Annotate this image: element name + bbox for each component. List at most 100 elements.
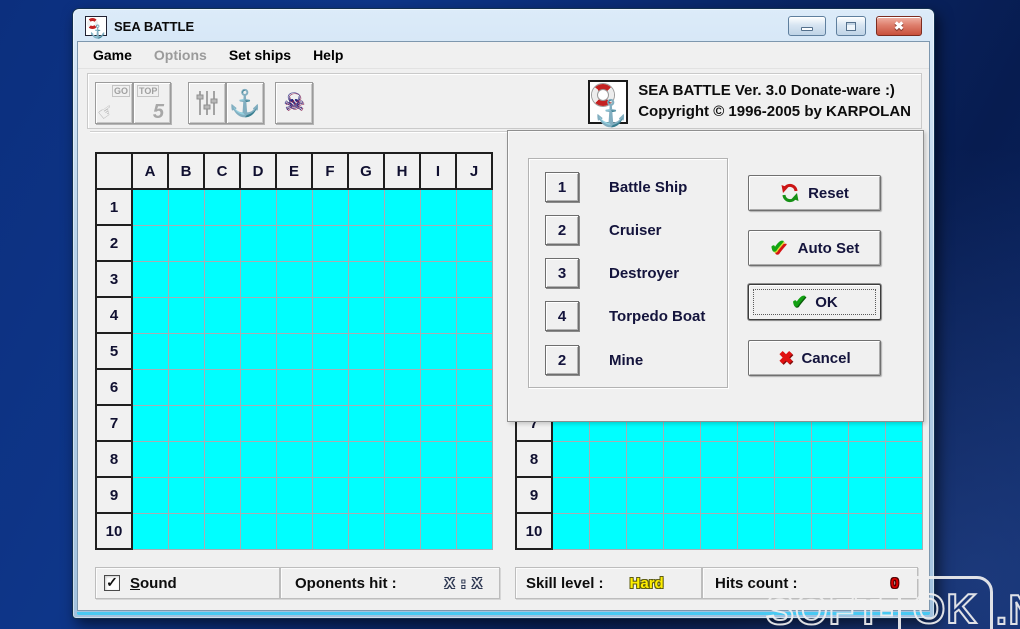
player-cell-B4[interactable] — [167, 296, 205, 334]
player-cell-G5[interactable] — [347, 332, 385, 370]
ship-count-button[interactable]: 4 — [545, 301, 579, 331]
ship-count-button[interactable]: 1 — [545, 172, 579, 202]
player-cell-J6[interactable] — [455, 368, 493, 406]
player-cell-A2[interactable] — [131, 224, 169, 262]
player-cell-J1[interactable] — [455, 188, 493, 226]
player-cell-H7[interactable] — [383, 404, 421, 442]
player-cell-E4[interactable] — [275, 296, 313, 334]
player-cell-C8[interactable] — [203, 440, 241, 478]
player-cell-B1[interactable] — [167, 188, 205, 226]
player-cell-B6[interactable] — [167, 368, 205, 406]
player-cell-E3[interactable] — [275, 260, 313, 298]
enemy-cell-C10[interactable] — [625, 512, 664, 550]
menu-item-options[interactable]: Options — [143, 43, 218, 67]
enemy-cell-J8[interactable] — [884, 440, 923, 478]
options-button[interactable] — [188, 82, 226, 124]
ship-count-button[interactable]: 2 — [545, 215, 579, 245]
menu-item-game[interactable]: Game — [82, 43, 143, 67]
player-cell-D10[interactable] — [239, 512, 277, 550]
player-cell-F10[interactable] — [311, 512, 349, 550]
battle-button[interactable]: ☠ — [275, 82, 313, 124]
enemy-cell-C9[interactable] — [625, 476, 664, 514]
player-cell-D8[interactable] — [239, 440, 277, 478]
enemy-cell-E10[interactable] — [699, 512, 738, 550]
menu-item-help[interactable]: Help — [302, 43, 354, 67]
player-cell-C7[interactable] — [203, 404, 241, 442]
sound-checkbox[interactable]: ✓ — [104, 575, 120, 591]
player-cell-B10[interactable] — [167, 512, 205, 550]
player-cell-A7[interactable] — [131, 404, 169, 442]
enemy-cell-A10[interactable] — [551, 512, 590, 550]
enemy-cell-I9[interactable] — [847, 476, 886, 514]
player-cell-G8[interactable] — [347, 440, 385, 478]
player-cell-H6[interactable] — [383, 368, 421, 406]
player-cell-E8[interactable] — [275, 440, 313, 478]
enemy-cell-G10[interactable] — [773, 512, 812, 550]
player-cell-B7[interactable] — [167, 404, 205, 442]
enemy-cell-I8[interactable] — [847, 440, 886, 478]
player-cell-B3[interactable] — [167, 260, 205, 298]
enemy-cell-A8[interactable] — [551, 440, 590, 478]
player-cell-C10[interactable] — [203, 512, 241, 550]
enemy-cell-G8[interactable] — [773, 440, 812, 478]
player-cell-F6[interactable] — [311, 368, 349, 406]
player-cell-B9[interactable] — [167, 476, 205, 514]
player-cell-D1[interactable] — [239, 188, 277, 226]
player-cell-J2[interactable] — [455, 224, 493, 262]
enemy-cell-G9[interactable] — [773, 476, 812, 514]
player-cell-F5[interactable] — [311, 332, 349, 370]
ship-count-button[interactable]: 3 — [545, 258, 579, 288]
minimize-button[interactable] — [788, 16, 826, 36]
player-cell-D3[interactable] — [239, 260, 277, 298]
player-cell-G4[interactable] — [347, 296, 385, 334]
player-cell-I5[interactable] — [419, 332, 457, 370]
player-cell-F3[interactable] — [311, 260, 349, 298]
player-cell-F1[interactable] — [311, 188, 349, 226]
player-cell-C3[interactable] — [203, 260, 241, 298]
auto-set-button[interactable]: ✔ ✔ Auto Set — [748, 230, 881, 266]
go-button[interactable]: GO ☞ — [94, 82, 133, 125]
player-cell-J9[interactable] — [455, 476, 493, 514]
player-cell-J5[interactable] — [455, 332, 493, 370]
player-cell-G1[interactable] — [347, 188, 385, 226]
top5-button[interactable]: TOP 5 — [133, 82, 171, 124]
ship-count-button[interactable]: 2 — [545, 345, 579, 375]
enemy-cell-D8[interactable] — [662, 440, 701, 478]
player-cell-C9[interactable] — [203, 476, 241, 514]
player-cell-A10[interactable] — [131, 512, 169, 550]
enemy-cell-H10[interactable] — [810, 512, 849, 550]
player-cell-G7[interactable] — [347, 404, 385, 442]
player-cell-A1[interactable] — [131, 188, 169, 226]
player-cell-I4[interactable] — [419, 296, 457, 334]
player-cell-I2[interactable] — [419, 224, 457, 262]
ok-button[interactable]: ✔ OK — [748, 284, 881, 320]
enemy-cell-B10[interactable] — [588, 512, 627, 550]
player-cell-J3[interactable] — [455, 260, 493, 298]
player-cell-C6[interactable] — [203, 368, 241, 406]
set-ships-button[interactable]: ⚓ — [226, 82, 264, 124]
enemy-cell-E8[interactable] — [699, 440, 738, 478]
player-cell-E10[interactable] — [275, 512, 313, 550]
player-cell-I8[interactable] — [419, 440, 457, 478]
player-cell-D7[interactable] — [239, 404, 277, 442]
player-cell-J8[interactable] — [455, 440, 493, 478]
player-cell-G2[interactable] — [347, 224, 385, 262]
player-cell-F4[interactable] — [311, 296, 349, 334]
player-cell-A4[interactable] — [131, 296, 169, 334]
cancel-button[interactable]: ✖ Cancel — [748, 340, 881, 376]
menu-item-set-ships[interactable]: Set ships — [218, 43, 302, 67]
player-cell-C5[interactable] — [203, 332, 241, 370]
player-cell-A3[interactable] — [131, 260, 169, 298]
player-cell-G10[interactable] — [347, 512, 385, 550]
player-cell-C2[interactable] — [203, 224, 241, 262]
player-cell-E9[interactable] — [275, 476, 313, 514]
enemy-cell-J10[interactable] — [884, 512, 923, 550]
enemy-cell-B9[interactable] — [588, 476, 627, 514]
enemy-cell-H8[interactable] — [810, 440, 849, 478]
maximize-button[interactable] — [836, 16, 866, 36]
player-cell-J10[interactable] — [455, 512, 493, 550]
player-cell-C4[interactable] — [203, 296, 241, 334]
player-cell-D6[interactable] — [239, 368, 277, 406]
player-cell-E5[interactable] — [275, 332, 313, 370]
player-cell-H5[interactable] — [383, 332, 421, 370]
